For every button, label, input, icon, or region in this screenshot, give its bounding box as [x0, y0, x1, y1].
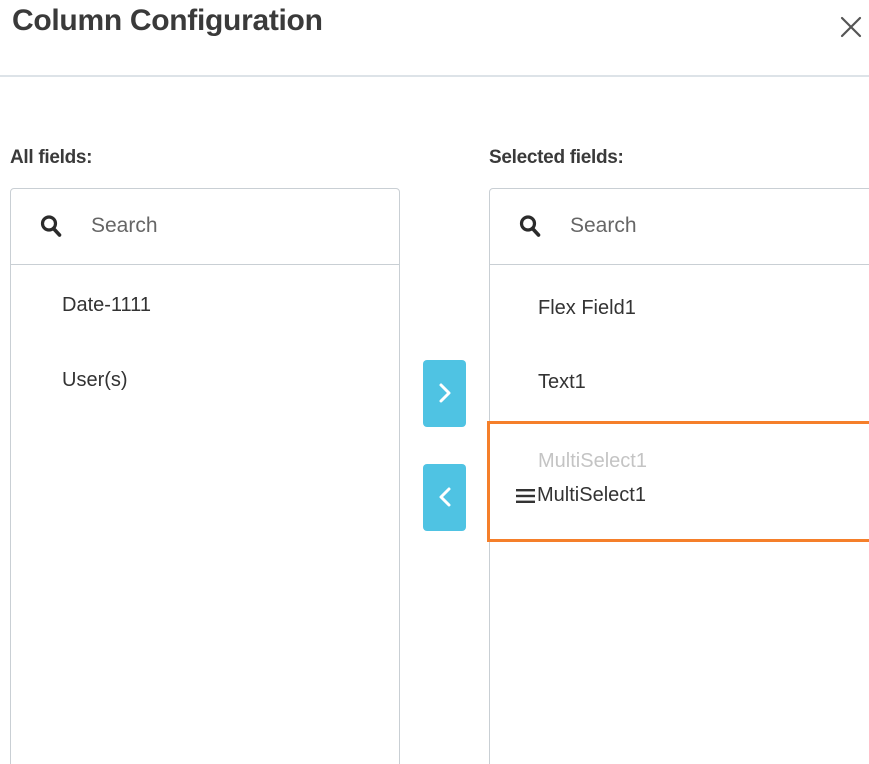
search-icon — [40, 215, 62, 237]
list-item-users[interactable]: User(s) — [62, 369, 128, 392]
dialog-header: Column Configuration — [0, 0, 869, 77]
dialog-title: Column Configuration — [12, 4, 323, 37]
list-item-date-1111[interactable]: Date-1111 — [62, 294, 151, 317]
close-icon — [840, 16, 862, 38]
dragging-item-multiselect1[interactable]: MultiSelect1 — [515, 484, 646, 507]
all-fields-label: All fields: — [10, 147, 93, 168]
list-item-text1[interactable]: Text1 — [538, 371, 586, 394]
all-fields-search-row — [11, 189, 399, 265]
chevron-right-icon — [439, 383, 450, 403]
move-to-all-button[interactable] — [423, 464, 466, 531]
search-icon — [519, 215, 541, 237]
column-configuration-dialog: Column Configuration All fields: Selecte… — [0, 0, 869, 764]
selected-fields-label: Selected fields: — [489, 147, 624, 168]
close-button[interactable] — [835, 8, 867, 44]
list-item-flex-field1[interactable]: Flex Field1 — [538, 297, 636, 320]
selected-fields-search-input[interactable] — [570, 209, 850, 243]
all-fields-search-input[interactable] — [91, 209, 371, 243]
drop-target-highlight[interactable] — [487, 421, 869, 542]
list-item-multiselect1-placeholder: MultiSelect1 — [538, 450, 647, 472]
drag-handle-icon[interactable] — [515, 488, 536, 504]
chevron-left-icon — [439, 487, 450, 507]
all-fields-panel: Date-1111 User(s) — [10, 188, 400, 764]
move-to-selected-button[interactable] — [423, 360, 466, 427]
selected-fields-search-row — [490, 189, 869, 265]
dragging-item-label: MultiSelect1 — [537, 484, 646, 506]
